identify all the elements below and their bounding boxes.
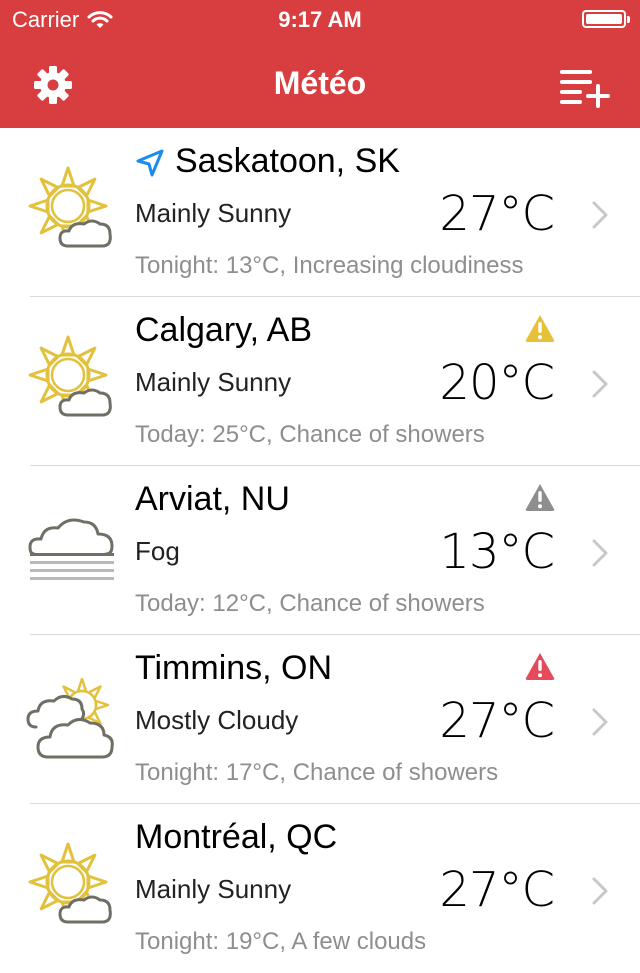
status-time: 9:17 AM	[278, 7, 362, 32]
temperature: 20°C	[439, 355, 555, 411]
forecast-text: Today: 12°C, Chance of showers	[135, 590, 485, 617]
location-row-montreal[interactable]: Montréal, QC Mainly Sunny 27°C Tonight: …	[0, 804, 640, 973]
city-label: Montréal, QC	[135, 818, 338, 856]
condition-text: Mainly Sunny	[135, 874, 292, 904]
temperature: 27°C	[439, 862, 555, 918]
city-name: Saskatoon, SK	[135, 142, 400, 181]
location-list: Saskatoon, SK Mainly Sunny 27°C Tonight:…	[0, 128, 640, 973]
chevron-right-icon	[592, 877, 608, 905]
fog-icon	[28, 518, 114, 580]
warning-icon[interactable]	[524, 482, 556, 512]
condition-text: Mostly Cloudy	[135, 705, 299, 735]
sun-with-small-cloud-icon	[28, 335, 112, 417]
add-location-button[interactable]	[558, 64, 610, 108]
battery-icon	[582, 10, 630, 28]
city-label: Timmins, ON	[135, 649, 333, 687]
temperature: 13°C	[439, 524, 555, 580]
warning-icon[interactable]	[524, 313, 556, 343]
temperature: 27°C	[439, 186, 555, 242]
city-label: Arviat, NU	[135, 480, 290, 518]
forecast-text: Tonight: 13°C, Increasing cloudiness	[135, 252, 524, 279]
chevron-right-icon	[592, 539, 608, 567]
sun-with-small-cloud-icon	[28, 842, 112, 924]
condition-text: Mainly Sunny	[135, 367, 292, 397]
sun-with-small-cloud-icon	[28, 166, 112, 248]
app-header: Carrier 9:17 AM Météo	[0, 0, 640, 128]
city-label: Calgary, AB	[135, 311, 313, 349]
location-row-timmins[interactable]: Timmins, ON Mostly Cloudy 27°C Tonight: …	[0, 635, 640, 804]
forecast-text: Tonight: 19°C, A few clouds	[135, 928, 427, 955]
condition-text: Mainly Sunny	[135, 198, 292, 228]
chevron-right-icon	[592, 708, 608, 736]
temperature: 27°C	[439, 693, 555, 749]
navigation-bar: Météo	[0, 40, 640, 128]
forecast-text: Tonight: 17°C, Chance of showers	[135, 759, 499, 786]
warning-icon[interactable]	[524, 651, 556, 681]
city-name: Timmins, ON	[135, 649, 332, 688]
location-row-saskatoon[interactable]: Saskatoon, SK Mainly Sunny 27°C Tonight:…	[0, 128, 640, 297]
status-bar: Carrier 9:17 AM	[0, 0, 640, 40]
chevron-right-icon	[592, 370, 608, 398]
city-name: Calgary, AB	[135, 311, 312, 350]
city-name: Arviat, NU	[135, 480, 290, 519]
city-label: Saskatoon, SK	[175, 142, 400, 180]
page-title: Météo	[273, 65, 367, 101]
cloudy-with-sun-icon	[26, 677, 114, 759]
location-row-calgary[interactable]: Calgary, AB Mainly Sunny 20°C Today: 25°…	[0, 297, 640, 466]
location-arrow-icon	[136, 149, 164, 176]
chevron-right-icon	[592, 201, 608, 229]
location-row-arviat[interactable]: Arviat, NU Fog 13°C Today: 12°C, Chance …	[0, 466, 640, 635]
city-name: Montréal, QC	[135, 818, 337, 857]
condition-text: Fog	[135, 536, 180, 566]
add-to-list-icon	[560, 70, 610, 108]
forecast-text: Today: 25°C, Chance of showers	[135, 421, 485, 448]
